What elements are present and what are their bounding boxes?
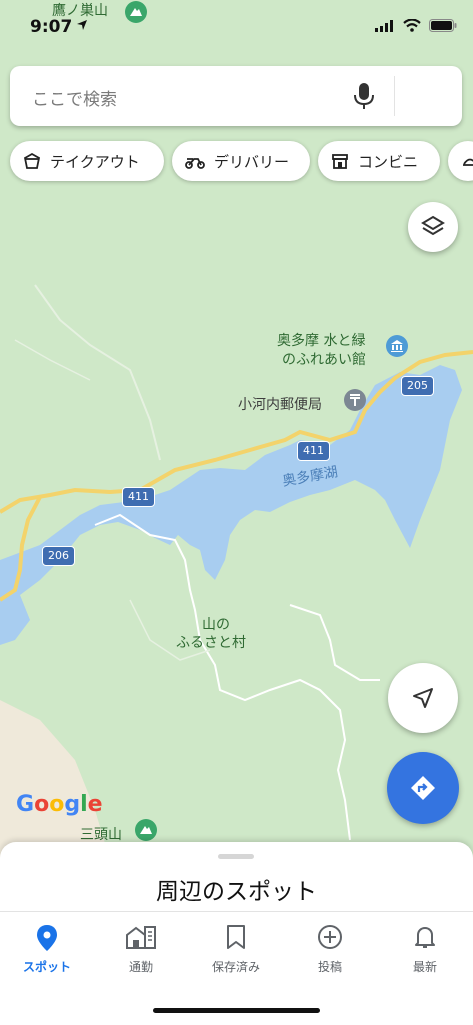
chip-takeout[interactable]: テイクアウト bbox=[10, 141, 164, 181]
status-icons bbox=[375, 19, 457, 32]
add-circle-icon bbox=[283, 924, 377, 950]
location-pin-icon bbox=[0, 924, 94, 952]
signal-icon bbox=[375, 19, 393, 32]
bell-icon bbox=[378, 924, 472, 950]
location-services-icon bbox=[77, 20, 87, 30]
chip-label: テイクアウト bbox=[50, 152, 140, 171]
tab-label: 通勤 bbox=[128, 960, 153, 974]
navigation-arrow-icon bbox=[413, 688, 433, 708]
chip-convenience-store[interactable]: コンビニ bbox=[318, 141, 440, 181]
sheet-title: 周辺のスポット bbox=[156, 879, 317, 905]
poi-village-line1[interactable]: 山の bbox=[202, 616, 230, 634]
peak-marker-icon bbox=[125, 1, 147, 23]
directions-icon bbox=[411, 776, 435, 800]
battery-icon bbox=[429, 19, 457, 32]
layers-icon bbox=[421, 215, 445, 236]
route-shield-205: 205 bbox=[401, 376, 434, 396]
chip-label: デリバリー bbox=[214, 152, 290, 171]
tab-explore[interactable]: スポット bbox=[0, 912, 94, 982]
takeout-icon bbox=[22, 151, 42, 171]
tab-commute[interactable]: 通勤 bbox=[94, 912, 188, 982]
route-shield-206: 206 bbox=[42, 546, 75, 566]
sheet-drag-handle[interactable] bbox=[218, 854, 254, 859]
tab-saved[interactable]: 保存済み bbox=[189, 912, 283, 982]
poi-post-office[interactable]: 小河内郵便局 bbox=[238, 396, 322, 414]
post-office-marker-icon[interactable] bbox=[343, 388, 367, 412]
tab-updates[interactable]: 最新 bbox=[378, 912, 472, 982]
mic-icon[interactable] bbox=[352, 80, 376, 112]
google-logo: Google bbox=[16, 792, 103, 817]
route-shield-411: 411 bbox=[297, 441, 330, 461]
convenience-store-icon bbox=[330, 151, 350, 171]
home-indicator[interactable] bbox=[153, 1008, 320, 1013]
poi-visitor-center-line1[interactable]: 奥多摩 水と緑 bbox=[277, 332, 365, 350]
status-bar: 鷹ノ巣山 9:07 bbox=[0, 0, 473, 44]
museum-marker-icon[interactable] bbox=[385, 334, 409, 358]
dining-icon bbox=[460, 151, 473, 171]
my-location-button[interactable] bbox=[388, 663, 458, 733]
search-placeholder[interactable]: ここで検索 bbox=[32, 85, 117, 110]
layers-button[interactable] bbox=[408, 202, 458, 252]
bookmark-icon bbox=[189, 924, 283, 950]
route-shield-411: 411 bbox=[122, 487, 155, 507]
mountain-marker-icon[interactable] bbox=[134, 818, 158, 842]
directions-button[interactable] bbox=[387, 752, 459, 824]
wifi-icon bbox=[403, 19, 421, 32]
tab-label: 投稿 bbox=[317, 960, 342, 974]
chip-label: コンビニ bbox=[358, 152, 419, 171]
tab-contribute[interactable]: 投稿 bbox=[283, 912, 377, 982]
search-bar[interactable]: ここで検索 bbox=[10, 66, 462, 126]
tab-label: スポット bbox=[22, 960, 71, 974]
delivery-icon bbox=[184, 151, 206, 171]
chip-delivery[interactable]: デリバリー bbox=[172, 141, 310, 181]
poi-visitor-center-line2[interactable]: のふれあい館 bbox=[282, 351, 366, 369]
tab-label: 保存済み bbox=[211, 960, 260, 974]
commute-icon bbox=[94, 924, 188, 950]
poi-village-line2[interactable]: ふるさと村 bbox=[176, 634, 246, 652]
status-time: 9:07 bbox=[30, 17, 73, 37]
tab-label: 最新 bbox=[412, 960, 437, 974]
search-divider bbox=[394, 76, 395, 116]
